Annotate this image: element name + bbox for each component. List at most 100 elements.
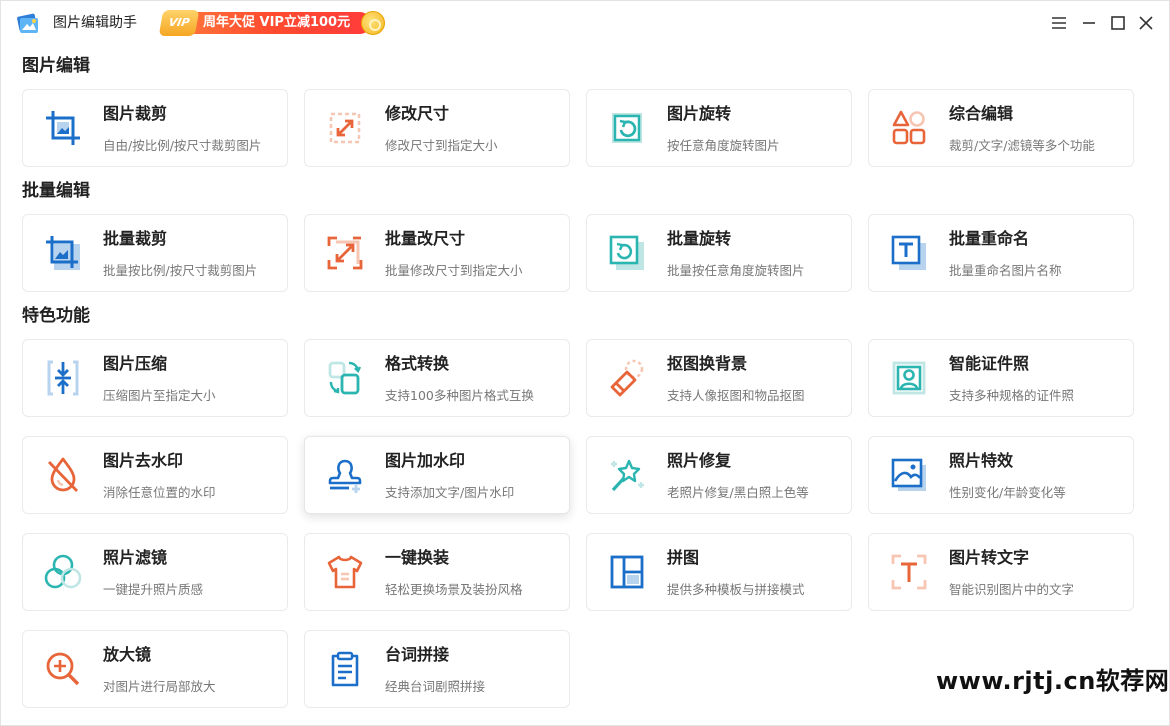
card-rotate[interactable]: 图片旋转 按任意角度旋转图片 — [586, 89, 852, 167]
card-collage[interactable]: 拼图 提供多种模板与拼接模式 — [586, 533, 852, 611]
promo-vip-badge: VIP — [158, 10, 200, 36]
app-title: 图片编辑助手 — [53, 15, 137, 31]
card-desc: 智能识别图片中的文字 — [949, 582, 1075, 597]
card-title: 批量重命名 — [949, 229, 1030, 248]
card-filter[interactable]: 照片滤镜 一键提升照片质感 — [22, 533, 288, 611]
card-desc: 批量重命名图片名称 — [949, 263, 1062, 278]
batch-rotate-icon — [609, 235, 644, 270]
card-desc: 自由/按比例/按尺寸裁剪图片 — [103, 138, 262, 153]
batch-crop-icon — [46, 236, 80, 270]
shapes-icon — [892, 110, 926, 145]
card-title: 智能证件照 — [949, 354, 1030, 373]
card-title: 放大镜 — [103, 645, 152, 664]
card-desc: 经典台词剧照拼接 — [385, 679, 486, 694]
card-compress[interactable]: 图片压缩 压缩图片至指定大小 — [22, 339, 288, 417]
card-title: 拼图 — [667, 548, 700, 567]
section-title-features: 特色功能 — [22, 306, 90, 326]
card-effects[interactable]: 照片特效 性别变化/年龄变化等 — [868, 436, 1134, 514]
id-photo-icon — [892, 361, 926, 395]
promo-banner[interactable]: VIP 周年大促 VIP立减100元 — [158, 10, 387, 36]
card-add-watermark[interactable]: 图片加水印 支持添加文字/图片水印 — [304, 436, 570, 514]
ocr-icon — [891, 554, 927, 590]
card-crop[interactable]: 图片裁剪 自由/按比例/按尺寸裁剪图片 — [22, 89, 288, 167]
card-ocr[interactable]: 图片转文字 智能识别图片中的文字 — [868, 533, 1134, 611]
app-window: 图片编辑助手 VIP 周年大促 VIP立减100元 图片编辑 批量编辑 特色功能 — [0, 0, 1170, 726]
convert-icon — [328, 361, 362, 395]
site-watermark: www.rjtj.cn软荐网 — [936, 667, 1170, 695]
maximize-icon[interactable] — [1108, 13, 1128, 33]
card-title: 图片裁剪 — [103, 104, 168, 123]
app-logo-icon — [17, 13, 38, 33]
card-title: 图片加水印 — [385, 451, 466, 470]
card-desc: 对图片进行局部放大 — [103, 679, 216, 694]
card-desc: 批量按任意角度旋转图片 — [667, 263, 805, 278]
resize-icon — [329, 112, 361, 144]
card-desc: 压缩图片至指定大小 — [103, 388, 216, 403]
card-desc: 按任意角度旋转图片 — [667, 138, 780, 153]
card-resize[interactable]: 修改尺寸 修改尺寸到指定大小 — [304, 89, 570, 167]
minimize-icon[interactable] — [1079, 13, 1099, 33]
card-remove-watermark[interactable]: 图片去水印 消除任意位置的水印 — [22, 436, 288, 514]
card-title: 批量改尺寸 — [385, 229, 466, 248]
eraser-icon — [610, 359, 644, 397]
stamp-icon — [328, 459, 362, 493]
card-desc: 一键提升照片质感 — [103, 582, 204, 597]
card-title: 照片滤镜 — [103, 548, 168, 567]
card-title: 格式转换 — [385, 354, 450, 373]
card-title: 图片转文字 — [949, 548, 1030, 567]
promo-text: 周年大促 VIP立减100元 — [203, 15, 351, 30]
card-magnify[interactable]: 放大镜 对图片进行局部放大 — [22, 630, 288, 708]
card-title: 批量裁剪 — [103, 229, 168, 248]
card-desc: 支持100多种图片格式互换 — [385, 388, 534, 403]
magic-wand-icon — [611, 459, 644, 492]
crop-icon — [46, 111, 80, 145]
card-desc: 批量修改尺寸到指定大小 — [385, 263, 523, 278]
card-title: 照片特效 — [949, 451, 1014, 470]
card-subtitle[interactable]: 台词拼接 经典台词剧照拼接 — [304, 630, 570, 708]
clipboard-icon — [331, 651, 359, 687]
rename-icon — [891, 235, 926, 270]
card-cutout[interactable]: 抠图换背景 支持人像抠图和物品抠图 — [586, 339, 852, 417]
compress-icon — [47, 360, 79, 396]
card-id-photo[interactable]: 智能证件照 支持多种规格的证件照 — [868, 339, 1134, 417]
card-outfit[interactable]: 一键换装 轻松更换场景及装扮风格 — [304, 533, 570, 611]
card-title: 综合编辑 — [949, 104, 1014, 123]
rotate-icon — [612, 113, 642, 143]
card-title: 修改尺寸 — [385, 104, 450, 123]
card-repair[interactable]: 照片修复 老照片修复/黑白照上色等 — [586, 436, 852, 514]
card-desc: 性别变化/年龄变化等 — [949, 485, 1066, 500]
card-edit[interactable]: 综合编辑 裁剪/文字/滤镜等多个功能 — [868, 89, 1134, 167]
card-title: 抠图换背景 — [667, 354, 748, 373]
card-desc: 批量按比例/按尺寸裁剪图片 — [103, 263, 258, 278]
filter-icon — [44, 554, 82, 589]
card-desc: 老照片修复/黑白照上色等 — [667, 485, 809, 500]
image-effect-icon — [891, 458, 926, 491]
no-drop-icon — [47, 457, 79, 492]
card-title: 图片旋转 — [667, 104, 732, 123]
card-title: 批量旋转 — [667, 229, 732, 248]
card-batch-rename[interactable]: 批量重命名 批量重命名图片名称 — [868, 214, 1134, 292]
card-convert[interactable]: 格式转换 支持100多种图片格式互换 — [304, 339, 570, 417]
menu-icon[interactable] — [1049, 13, 1069, 33]
card-title: 照片修复 — [667, 451, 732, 470]
card-desc: 消除任意位置的水印 — [103, 485, 216, 500]
magnifier-icon — [46, 652, 80, 686]
card-title: 图片压缩 — [103, 354, 168, 373]
card-title: 一键换装 — [385, 548, 450, 567]
card-batch-rotate[interactable]: 批量旋转 批量按任意角度旋转图片 — [586, 214, 852, 292]
card-desc: 支持添加文字/图片水印 — [385, 485, 515, 500]
card-title: 图片去水印 — [103, 451, 184, 470]
coin-icon — [361, 11, 385, 35]
card-desc: 裁剪/文字/滤镜等多个功能 — [949, 138, 1095, 153]
card-desc: 提供多种模板与拼接模式 — [667, 582, 805, 597]
card-batch-resize[interactable]: 批量改尺寸 批量修改尺寸到指定大小 — [304, 214, 570, 292]
collage-icon — [610, 555, 644, 589]
card-desc: 支持人像抠图和物品抠图 — [667, 388, 805, 403]
tshirt-icon — [327, 555, 363, 589]
close-icon[interactable] — [1136, 13, 1156, 33]
card-desc: 修改尺寸到指定大小 — [385, 138, 498, 153]
batch-resize-icon — [327, 236, 363, 270]
card-desc: 轻松更换场景及装扮风格 — [385, 582, 523, 597]
card-title: 台词拼接 — [385, 645, 450, 664]
card-batch-crop[interactable]: 批量裁剪 批量按比例/按尺寸裁剪图片 — [22, 214, 288, 292]
